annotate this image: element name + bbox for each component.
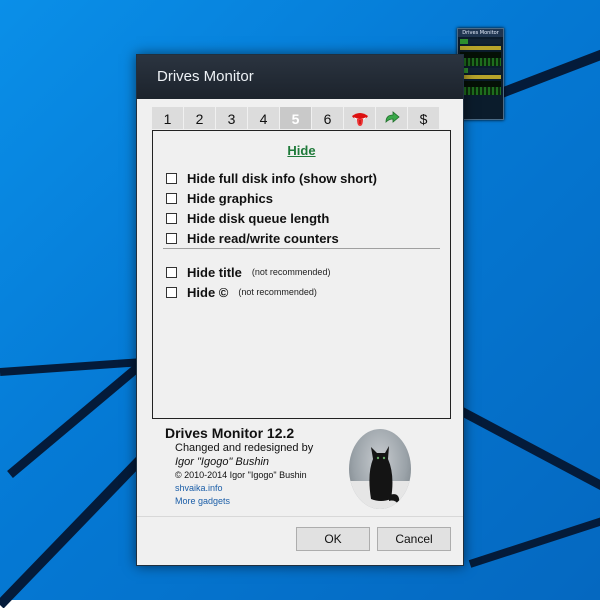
option-note: (not recommended) (251, 267, 331, 277)
tab-strip: 1 2 3 4 5 6 $ (152, 107, 440, 129)
option-hide-full-disk-info[interactable]: Hide full disk info (show short) (166, 169, 377, 187)
tab-5[interactable]: 5 (280, 107, 311, 129)
about-title: Drives Monitor 12.2 (165, 425, 295, 441)
tab-tongue[interactable] (344, 107, 375, 129)
cat-photo-icon (349, 446, 411, 509)
option-hide-rw-counters[interactable]: Hide read/write counters (166, 229, 339, 247)
checkbox[interactable] (166, 192, 177, 204)
option-hide-graphics[interactable]: Hide graphics (166, 189, 273, 207)
site-link[interactable]: shvaika.info (175, 482, 365, 495)
checkbox[interactable] (166, 286, 177, 298)
option-hide-copyright[interactable]: Hide © (not recommended) (166, 283, 317, 301)
green-arrow-icon (385, 111, 400, 124)
tab-3[interactable]: 3 (216, 107, 247, 129)
options-panel: Hide Hide full disk info (show short) Hi… (152, 130, 451, 419)
option-hide-disk-queue[interactable]: Hide disk queue length (166, 209, 329, 227)
hide-section-heading[interactable]: Hide (153, 143, 450, 158)
gadget-graph (460, 52, 501, 66)
gadget-graph (460, 81, 501, 95)
tab-1[interactable]: 1 (152, 107, 183, 129)
cancel-button[interactable]: Cancel (377, 527, 451, 551)
option-label: Hide © (187, 284, 229, 300)
gadget-drive-row (460, 68, 501, 73)
checkbox[interactable] (166, 212, 177, 224)
gadget-bar (460, 46, 501, 50)
tab-2[interactable]: 2 (184, 107, 215, 129)
tongue-icon (351, 113, 368, 127)
ok-button[interactable]: OK (296, 527, 370, 551)
about-author: Igor "Igogo" Bushin (175, 456, 270, 468)
divider (163, 248, 440, 249)
about-copyright: © 2010-2014 Igor "Igogo" Bushin (175, 470, 307, 480)
option-label: Hide full disk info (show short) (187, 170, 377, 186)
author-photo (349, 429, 411, 509)
tab-4[interactable]: 4 (248, 107, 279, 129)
gadget-bar (460, 75, 501, 79)
about-section: Drives Monitor 12.2 Changed and redesign… (165, 425, 365, 508)
option-label: Hide disk queue length (187, 210, 330, 226)
settings-window: Drives Monitor 1 2 3 4 5 6 $ Hide Hide f… (136, 54, 464, 566)
option-label: Hide title (187, 264, 242, 280)
about-changed-by: Changed and redesigned by (175, 442, 314, 454)
gadget-drive-row (460, 39, 501, 44)
button-bar: OK Cancel (137, 516, 463, 565)
more-gadgets-link[interactable]: More gadgets (175, 495, 365, 508)
tab-update[interactable] (376, 107, 407, 129)
option-label: Hide graphics (187, 190, 273, 206)
option-hide-title[interactable]: Hide title (not recommended) (166, 263, 330, 281)
tab-6[interactable]: 6 (312, 107, 343, 129)
drives-monitor-gadget[interactable]: Drives Monitor (457, 28, 504, 120)
option-note: (not recommended) (238, 287, 317, 297)
option-label: Hide read/write counters (187, 230, 339, 246)
checkbox[interactable] (166, 232, 177, 244)
gadget-title: Drives Monitor (458, 29, 503, 37)
window-title: Drives Monitor (137, 55, 463, 99)
checkbox[interactable] (166, 172, 177, 184)
wallpaper-beam (468, 510, 600, 568)
checkbox[interactable] (166, 266, 177, 278)
tab-donate[interactable]: $ (408, 107, 439, 129)
